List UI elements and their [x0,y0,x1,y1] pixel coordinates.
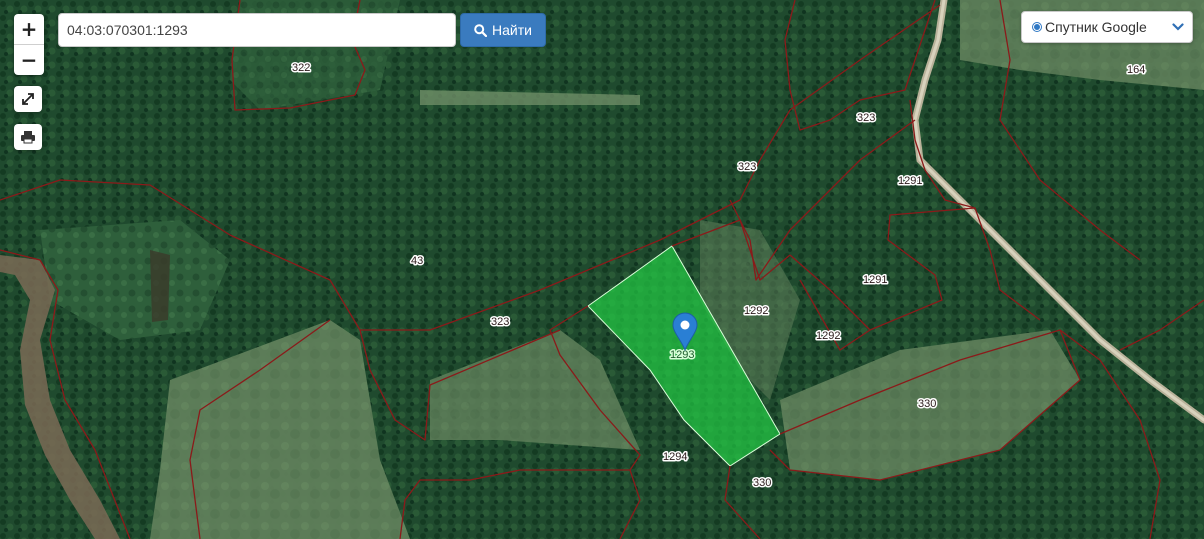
parcel-label: 323 [857,112,875,124]
parcel-label: 43 [411,255,423,267]
search-button-label: Найти [492,22,532,38]
parcel-label-selected: 1293 [670,349,694,361]
search-icon [474,23,488,37]
layer-select-value: Спутник Google [1045,19,1147,35]
layer-select[interactable]: Спутник Google [1021,11,1193,43]
zoom-control: + − [14,14,44,75]
parcel-label: 322 [292,62,310,74]
parcel-label: 1292 [744,305,768,317]
print-icon [21,131,35,144]
satellite-imagery[interactable]: 322 164 323 323 1291 43 1291 1292 323 12… [0,0,1204,539]
parcel-label: 1291 [863,274,887,286]
parcel-label: 330 [753,477,771,489]
parcel-label: 1291 [898,175,922,187]
fullscreen-button[interactable] [14,86,42,112]
search-button[interactable]: Найти [460,13,546,47]
zoom-in-button[interactable]: + [14,14,44,44]
chevron-down-icon [1172,23,1184,31]
fullscreen-icon [22,93,34,105]
radio-selected-icon [1032,22,1042,32]
map-view[interactable]: 322 164 323 323 1291 43 1291 1292 323 12… [0,0,1204,539]
parcel-label: 323 [738,161,756,173]
zoom-out-button[interactable]: − [14,44,44,75]
parcel-label: 1292 [816,330,840,342]
search-input[interactable] [58,13,456,47]
parcel-label: 330 [918,398,936,410]
parcel-label: 323 [491,316,509,328]
parcel-label: 1294 [663,451,687,463]
print-button[interactable] [14,124,42,150]
parcel-label: 164 [1127,64,1145,76]
